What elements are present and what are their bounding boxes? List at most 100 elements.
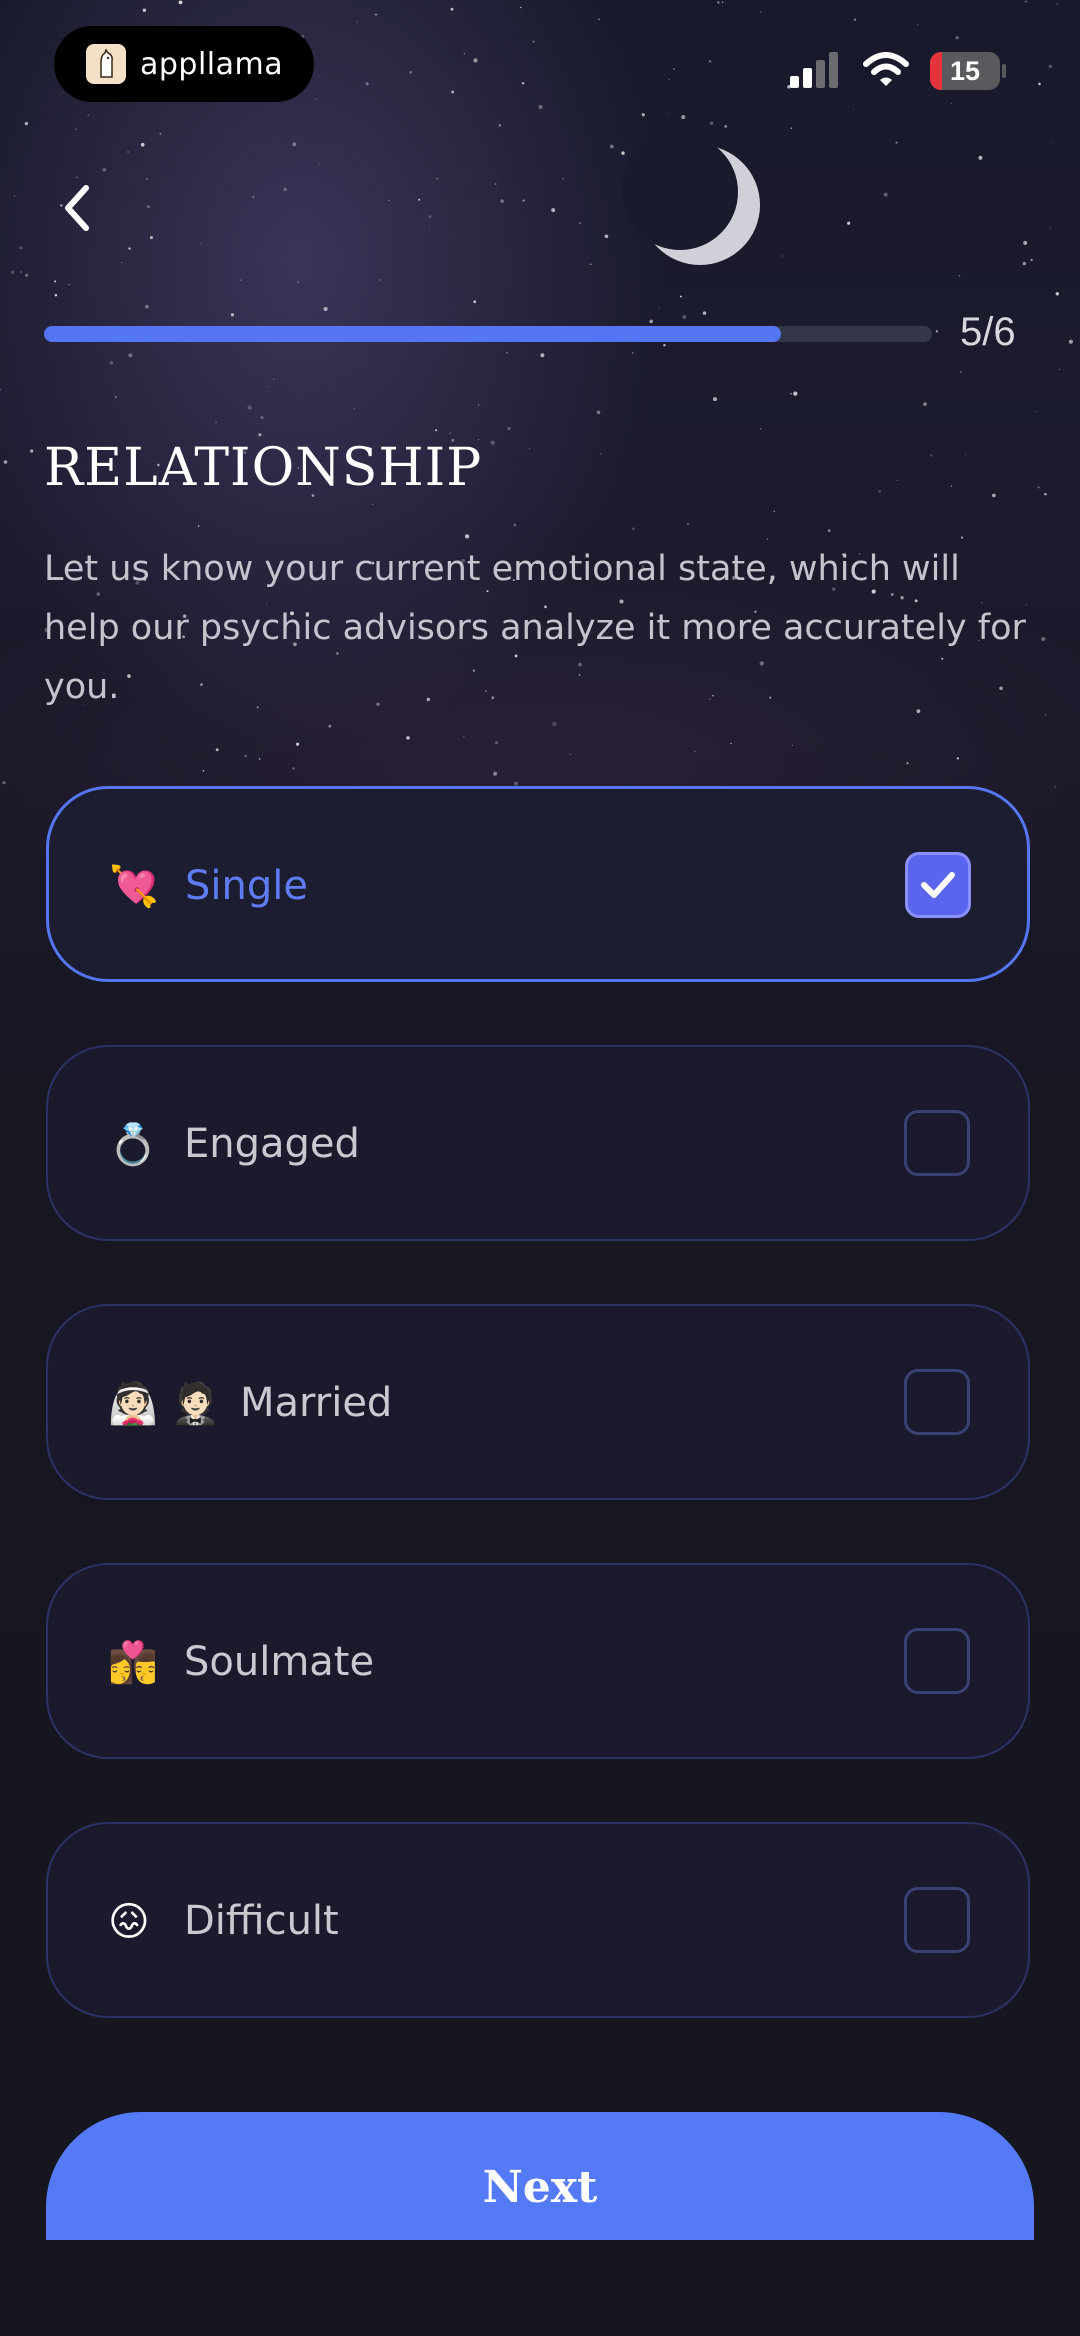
option-checkbox[interactable] <box>904 1628 970 1694</box>
star <box>978 155 983 160</box>
star <box>1025 0 1027 3</box>
chevron-left-icon <box>65 185 89 231</box>
star <box>632 527 635 530</box>
star <box>435 429 438 432</box>
star <box>215 421 218 424</box>
star <box>1056 3 1058 5</box>
star <box>513 523 517 527</box>
star <box>500 199 504 203</box>
star <box>649 319 653 324</box>
star <box>353 407 355 409</box>
star <box>473 58 478 63</box>
option-married[interactable]: 👰🏻 🤵🏻 Married <box>46 1304 1030 1500</box>
star <box>102 167 107 172</box>
star <box>896 480 898 482</box>
star <box>429 226 430 228</box>
option-checkbox[interactable] <box>904 1369 970 1435</box>
option-label: Engaged <box>184 1121 360 1167</box>
star <box>923 402 927 406</box>
star <box>883 192 888 197</box>
star <box>19 246 23 250</box>
star <box>287 764 289 766</box>
star <box>992 493 996 498</box>
option-checkbox[interactable] <box>904 1110 970 1176</box>
star <box>793 391 798 396</box>
star <box>702 311 707 315</box>
star <box>853 18 857 21</box>
star <box>25 273 29 277</box>
star <box>10 270 15 274</box>
star <box>632 352 634 354</box>
relationship-options: 💘 Single 💍 Engaged 👰🏻 🤵🏻 Married 👩‍❤️‍💋‍… <box>46 786 1034 2081</box>
back-button[interactable] <box>56 180 100 236</box>
battery-percentage: 15 <box>949 56 981 86</box>
star <box>827 529 831 532</box>
star <box>959 371 962 374</box>
star <box>464 534 470 539</box>
star <box>258 433 262 437</box>
star <box>449 432 452 435</box>
star <box>197 525 200 527</box>
star <box>1044 492 1047 496</box>
checkmark-icon <box>921 872 955 898</box>
star <box>1038 82 1041 86</box>
star <box>1023 240 1028 245</box>
star <box>127 151 130 153</box>
star <box>935 330 938 333</box>
star <box>706 5 708 7</box>
star <box>230 313 235 317</box>
star <box>790 392 792 395</box>
star <box>514 781 519 786</box>
cellular-signal-icon <box>790 52 838 88</box>
star <box>3 460 8 464</box>
heart-with-arrow-icon: 💘 <box>109 864 159 910</box>
star <box>682 315 687 320</box>
star <box>596 410 601 415</box>
star <box>451 90 455 94</box>
star <box>54 280 57 283</box>
option-checkbox[interactable] <box>904 1887 970 1953</box>
star <box>853 108 855 111</box>
bottom-safe-area <box>0 2240 1080 2336</box>
star <box>958 274 961 277</box>
star <box>463 53 465 55</box>
star <box>498 124 502 127</box>
star <box>202 769 205 772</box>
star <box>450 7 454 11</box>
star <box>760 11 762 13</box>
star <box>478 404 480 406</box>
star <box>1022 261 1026 266</box>
star <box>318 163 320 165</box>
option-single[interactable]: 💘 Single <box>46 786 1030 982</box>
star <box>128 247 131 250</box>
star <box>507 426 511 431</box>
star <box>522 199 525 202</box>
star <box>708 60 712 63</box>
star <box>1068 339 1074 344</box>
confounded-face-icon: 😖 <box>108 1899 150 1945</box>
option-engaged[interactable]: 💍 Engaged <box>46 1045 1030 1241</box>
star <box>878 490 881 493</box>
page-subtitle: Let us know your current emotional state… <box>44 549 1026 707</box>
star <box>604 234 609 239</box>
crescent-moon-icon <box>622 134 760 265</box>
star <box>114 395 117 399</box>
star <box>721 1 724 4</box>
star <box>20 271 22 273</box>
option-difficult[interactable]: 😖 Difficult <box>46 1822 1030 2018</box>
star <box>297 281 300 284</box>
star <box>1048 64 1053 69</box>
star <box>292 767 295 770</box>
star <box>792 744 793 746</box>
star <box>528 447 531 450</box>
star <box>121 261 123 264</box>
star <box>146 204 151 209</box>
app-name: appllama <box>140 46 284 82</box>
star <box>30 449 34 453</box>
option-checkbox[interactable] <box>905 852 971 918</box>
star <box>790 127 793 129</box>
option-soulmate[interactable]: 👩‍❤️‍💋‍👨 Soulmate <box>46 1563 1030 1759</box>
couple-kiss-icon: 👩‍❤️‍💋‍👨 <box>108 1640 158 1686</box>
star <box>87 114 89 116</box>
star <box>379 279 381 281</box>
